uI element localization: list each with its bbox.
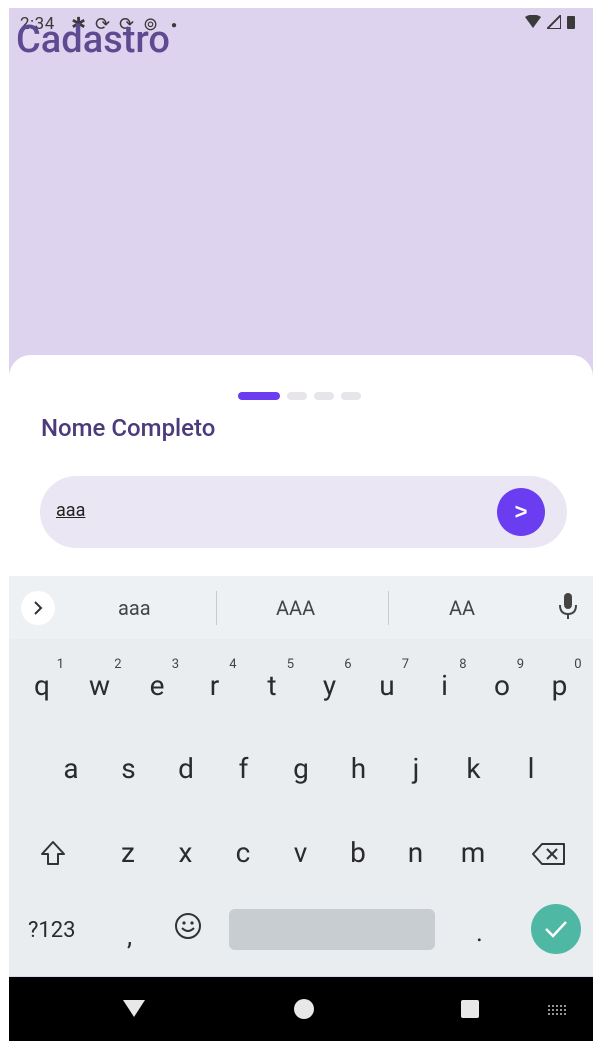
- shift-icon: [41, 841, 65, 865]
- microphone-icon[interactable]: [557, 592, 579, 622]
- key-n[interactable]: n: [391, 836, 441, 869]
- emoji-key[interactable]: [174, 912, 202, 946]
- suggestion-1[interactable]: aaa: [118, 596, 151, 620]
- key-p[interactable]: p0: [535, 657, 585, 702]
- backspace-key[interactable]: [532, 842, 566, 872]
- key-label: i: [441, 669, 448, 702]
- key-g[interactable]: g: [276, 752, 326, 785]
- period-key[interactable]: .: [476, 918, 483, 948]
- key-h[interactable]: h: [334, 752, 384, 785]
- key-hint: 5: [286, 657, 294, 672]
- emoji-icon: [175, 913, 201, 939]
- backspace-icon: [532, 843, 565, 865]
- key-e[interactable]: e3: [132, 657, 182, 702]
- key-hint: 1: [56, 657, 64, 672]
- key-q[interactable]: q1: [17, 657, 67, 702]
- key-u[interactable]: u7: [362, 657, 412, 702]
- key-l[interactable]: l: [506, 752, 556, 785]
- key-hint: 8: [459, 657, 467, 672]
- key-x[interactable]: x: [161, 836, 211, 869]
- keyboard-switch-icon[interactable]: [547, 1004, 567, 1016]
- expand-toolbar-button[interactable]: [21, 591, 55, 625]
- key-label: e: [149, 669, 165, 702]
- next-button[interactable]: >: [497, 488, 545, 536]
- space-key[interactable]: [229, 909, 435, 950]
- back-icon[interactable]: [123, 1000, 145, 1017]
- key-hint: 7: [401, 657, 409, 672]
- input-value[interactable]: aaa: [56, 500, 85, 521]
- key-v[interactable]: v: [276, 836, 326, 869]
- key-d[interactable]: d: [161, 752, 211, 785]
- key-c[interactable]: c: [218, 836, 268, 869]
- key-i[interactable]: i8: [420, 657, 470, 702]
- field-label: Nome Completo: [41, 414, 216, 442]
- step-dot: [341, 392, 361, 400]
- key-t[interactable]: t5: [247, 657, 297, 702]
- key-label: q: [34, 669, 50, 702]
- suggestion-bar: aaa AAA AA: [9, 576, 593, 639]
- home-icon[interactable]: [294, 999, 314, 1019]
- key-hint: 0: [574, 657, 582, 672]
- chevron-right-icon: >: [514, 499, 528, 524]
- step-dot-active: [238, 392, 280, 400]
- notification-dot-icon: ●: [171, 20, 178, 31]
- key-hint: 9: [516, 657, 524, 672]
- key-w[interactable]: w2: [75, 657, 125, 702]
- key-r[interactable]: r4: [190, 657, 240, 702]
- key-label: p: [551, 669, 568, 702]
- key-label: t: [267, 669, 277, 702]
- key-label: o: [494, 669, 510, 702]
- key-hint: 2: [114, 657, 122, 672]
- comma-key[interactable]: ,: [127, 922, 132, 952]
- suggestion-3[interactable]: AA: [449, 596, 475, 620]
- navigation-bar: [9, 977, 593, 1041]
- key-z[interactable]: z: [103, 836, 153, 869]
- key-s[interactable]: s: [104, 752, 154, 785]
- suggestion-divider: [388, 591, 389, 625]
- key-hint: 6: [344, 657, 352, 672]
- key-label: r: [209, 669, 220, 702]
- key-hint: 3: [171, 657, 179, 672]
- suggestion-divider: [216, 591, 217, 625]
- key-o[interactable]: o9: [477, 657, 527, 702]
- key-f[interactable]: f: [219, 752, 269, 785]
- key-m[interactable]: m: [448, 836, 498, 869]
- key-j[interactable]: j: [391, 752, 441, 785]
- bottom-sheet: Nome Completo aaa >: [9, 355, 593, 585]
- chevron-right-icon: [34, 601, 43, 615]
- key-k[interactable]: k: [449, 752, 499, 785]
- key-b[interactable]: b: [333, 836, 383, 869]
- suggestion-2[interactable]: AAA: [276, 596, 315, 620]
- page-title: Cadastro: [16, 18, 170, 62]
- step-indicator: [238, 392, 361, 400]
- check-icon: [545, 921, 567, 938]
- battery-icon: [567, 14, 575, 34]
- symbols-key[interactable]: ?123: [28, 918, 76, 943]
- name-input-field[interactable]: aaa >: [40, 476, 567, 548]
- key-hint: 4: [229, 657, 237, 672]
- recents-icon[interactable]: [461, 1000, 479, 1018]
- step-dot: [287, 392, 307, 400]
- step-dot: [314, 392, 334, 400]
- wifi-icon: [525, 14, 541, 34]
- shift-key[interactable]: [39, 839, 67, 873]
- key-y[interactable]: y6: [305, 657, 355, 702]
- app-screen: 2:34 ✱ ⟳ ⟳ ⊚ ● Cadastro Nome Completo aa…: [9, 8, 593, 1041]
- soft-keyboard: aaa AAA AA q1w2e3r4t5y6u7i8o9p0 asdfghjk…: [9, 576, 593, 976]
- enter-key[interactable]: [531, 904, 581, 954]
- key-label: w: [88, 669, 111, 702]
- key-a[interactable]: a: [46, 752, 96, 785]
- key-label: u: [379, 669, 395, 702]
- signal-icon: [544, 12, 562, 34]
- key-label: y: [322, 669, 337, 702]
